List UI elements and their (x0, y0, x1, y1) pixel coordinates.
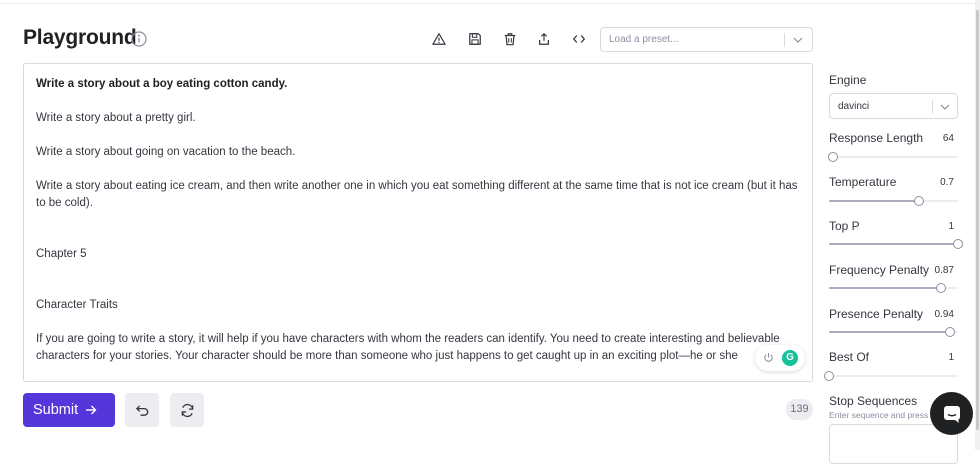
slider-thumb[interactable] (827, 152, 838, 162)
presence-penalty-slider[interactable] (829, 327, 958, 337)
stop-sequences-label: Stop Sequences (829, 394, 918, 408)
regenerate-button[interactable] (170, 393, 204, 427)
completion-line: Write a story about eating ice cream, an… (36, 180, 798, 209)
refresh-icon (181, 403, 193, 417)
slider-thumb[interactable] (824, 371, 834, 381)
page-title: Playground (23, 26, 137, 49)
chevron-down-icon[interactable] (940, 103, 950, 111)
slider-label: Response Length (829, 131, 924, 145)
slider-fill (829, 243, 958, 245)
slider-label: Presence Penalty (829, 307, 924, 321)
arrow-right-icon (86, 405, 97, 415)
scrollbar-thumb[interactable] (976, 10, 979, 430)
stop-sequences-placeholder: Enter sequence and press Tab (829, 410, 945, 420)
submit-button[interactable]: Submit (23, 393, 115, 427)
slider-value: 64 (942, 133, 954, 144)
preset-placeholder: Load a preset... (609, 34, 679, 45)
undo-button[interactable] (125, 393, 159, 427)
code-icon[interactable] (570, 30, 588, 48)
slider-thumb[interactable] (953, 239, 963, 249)
chevron-down-icon[interactable] (793, 36, 803, 44)
engine-select[interactable]: davinci (829, 93, 958, 119)
completion-line: Write a story about going on vacation to… (36, 146, 296, 158)
slider-label: Frequency Penalty (829, 263, 930, 277)
token-count-badge: 139 (786, 399, 813, 420)
slider-value: 0.87 (934, 265, 954, 276)
top-border (0, 0, 980, 4)
slider-value: 1 (948, 352, 954, 363)
completion-line: Chapter 5 (36, 248, 87, 260)
frequency-penalty-slider[interactable] (829, 283, 958, 293)
engine-divider (932, 100, 933, 114)
save-icon[interactable] (466, 30, 484, 48)
completion-line: Write a story about a pretty girl. (36, 112, 196, 124)
completion-line: Character Traits (36, 299, 118, 311)
slider-value: 1 (948, 221, 954, 232)
grammarly-widget[interactable]: G (755, 345, 805, 371)
slider-fill (829, 331, 951, 333)
slider-fill (829, 287, 942, 289)
power-icon[interactable] (763, 352, 774, 363)
slider-value: 0.7 (940, 177, 954, 188)
chat-icon (943, 405, 960, 423)
slider-thumb[interactable] (914, 196, 925, 206)
slider-track (829, 156, 958, 158)
slider-thumb[interactable] (945, 327, 956, 337)
slider-thumb[interactable] (936, 283, 947, 293)
engine-value: davinci (838, 101, 870, 112)
submit-label: Submit (33, 402, 79, 418)
share-icon[interactable] (535, 30, 553, 48)
slider-label: Top P (829, 219, 860, 233)
prompt-line: Write a story about a boy eating cotton … (36, 78, 288, 90)
slider-track (829, 375, 958, 377)
slider-label: Best Of (829, 350, 870, 364)
top-p-slider[interactable] (829, 239, 963, 249)
preset-divider (784, 33, 785, 47)
undo-icon (135, 404, 148, 416)
warning-icon[interactable] (430, 30, 448, 48)
slider-fill (829, 200, 920, 202)
slider-label: Temperature (829, 175, 897, 189)
info-icon[interactable] (131, 31, 147, 47)
response-length-slider[interactable] (827, 152, 958, 162)
preset-select[interactable]: Load a preset... (600, 27, 813, 52)
help-chat-button[interactable] (930, 392, 973, 435)
prompt-text[interactable]: Write a story about a boy eating cotton … (36, 76, 802, 365)
prompt-editor[interactable]: Write a story about a boy eating cotton … (23, 63, 813, 382)
best-of-slider[interactable] (824, 371, 958, 381)
temperature-slider[interactable] (829, 196, 958, 206)
engine-label: Engine (829, 73, 867, 87)
trash-icon[interactable] (501, 30, 519, 48)
completion-line: If you are going to write a story, it wi… (36, 333, 780, 362)
grammarly-icon[interactable]: G (782, 350, 798, 366)
slider-value: 0.94 (934, 309, 954, 320)
